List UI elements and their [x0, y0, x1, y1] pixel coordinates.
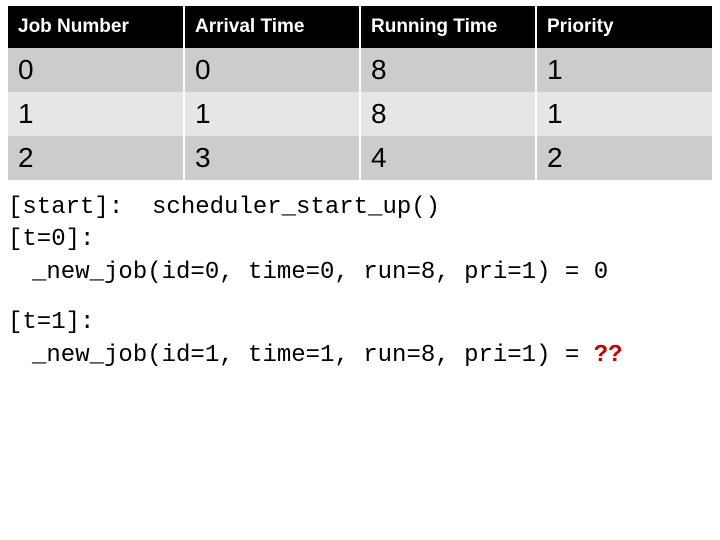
cell-job: 0 [8, 48, 184, 92]
col-job-number: Job Number [8, 6, 184, 48]
col-running-time: Running Time [360, 6, 536, 48]
log-line-newjob1: _new_job(id=1, time=1, run=8, pri=1) = ?… [8, 340, 712, 372]
jobs-table: Job Number Arrival Time Running Time Pri… [8, 6, 712, 180]
log-block-1: [start]: scheduler_start_up() [t=0]: _ne… [8, 192, 712, 289]
table-row: 2 3 4 2 [8, 136, 712, 180]
log-line-start: [start]: scheduler_start_up() [8, 192, 712, 224]
log-line-newjob1-text: _new_job(id=1, time=1, run=8, pri=1) = [32, 342, 594, 369]
cell-run: 8 [360, 92, 536, 136]
unknown-result: ?? [594, 342, 623, 369]
col-priority: Priority [536, 6, 712, 48]
cell-arrival: 0 [184, 48, 360, 92]
log-line-t1: [t=1]: [8, 307, 712, 339]
cell-job: 1 [8, 92, 184, 136]
table-header-row: Job Number Arrival Time Running Time Pri… [8, 6, 712, 48]
log-line-t0: [t=0]: [8, 224, 712, 256]
cell-run: 8 [360, 48, 536, 92]
log-block-2: [t=1]: _new_job(id=1, time=1, run=8, pri… [8, 307, 712, 372]
cell-arrival: 3 [184, 136, 360, 180]
cell-pri: 1 [536, 92, 712, 136]
cell-run: 4 [360, 136, 536, 180]
cell-pri: 1 [536, 48, 712, 92]
cell-arrival: 1 [184, 92, 360, 136]
log-output: [start]: scheduler_start_up() [t=0]: _ne… [8, 192, 712, 372]
log-line-newjob0: _new_job(id=0, time=0, run=8, pri=1) = 0 [8, 257, 712, 289]
table-row: 1 1 8 1 [8, 92, 712, 136]
cell-pri: 2 [536, 136, 712, 180]
table-row: 0 0 8 1 [8, 48, 712, 92]
col-arrival-time: Arrival Time [184, 6, 360, 48]
cell-job: 2 [8, 136, 184, 180]
